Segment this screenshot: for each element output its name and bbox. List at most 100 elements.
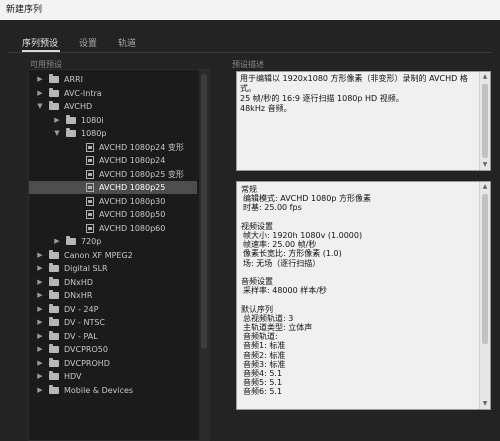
tree-row-label: ARRI bbox=[64, 75, 83, 84]
tab-sequence-presets[interactable]: 序列预设 bbox=[22, 36, 58, 49]
tree-row-label: Canon XF MPEG2 bbox=[64, 250, 133, 260]
tree-folder-row[interactable]: ▶ ARRI bbox=[29, 73, 197, 86]
description-scrollbar[interactable]: ▲ ▼ bbox=[479, 72, 490, 170]
tree-preset-row[interactable]: AVCHD 1080p24 变形 bbox=[29, 141, 197, 154]
detail-line: 总视频轨道: 3 bbox=[243, 313, 294, 323]
detail-line: 视频设置 bbox=[241, 221, 273, 231]
detail-line: 主轨道类型: 立体声 bbox=[243, 323, 313, 332]
tree-folder-row[interactable]: ▶ Mobile & Devices bbox=[29, 384, 197, 397]
chevron-right-icon[interactable]: ▶ bbox=[36, 330, 44, 343]
tree-preset-row[interactable]: AVCHD 1080p60 bbox=[29, 222, 197, 235]
sequence-preset-icon bbox=[86, 142, 94, 152]
chevron-right-icon[interactable]: ▶ bbox=[36, 87, 44, 100]
detail-line: 时基: 25.00 fps bbox=[243, 203, 302, 213]
tree-row-label: AVCHD 1080p25 变形 bbox=[99, 169, 184, 179]
sequence-preset-icon bbox=[86, 210, 94, 219]
tree-folder-row[interactable]: ▶ DNxHR bbox=[29, 289, 197, 302]
tree-folder-row[interactable]: ▶ DV - 24P bbox=[29, 303, 197, 316]
tree-row-label: DV - NTSC bbox=[64, 318, 105, 327]
tree-folder-row[interactable]: ▶ Canon XF MPEG2 bbox=[29, 249, 197, 262]
chevron-right-icon[interactable]: ▶ bbox=[36, 343, 44, 356]
tree-folder-row[interactable]: ▶ DV - NTSC bbox=[29, 316, 197, 329]
folder-icon bbox=[49, 74, 59, 83]
tree-row-label: Mobile & Devices bbox=[64, 385, 134, 395]
sequence-preset-icon bbox=[86, 169, 94, 179]
chevron-right-icon[interactable]: ▶ bbox=[36, 276, 44, 289]
chevron-right-icon[interactable]: ▶ bbox=[36, 303, 44, 316]
tree-folder-row[interactable]: ▶ 1080i bbox=[29, 114, 197, 127]
chevron-down-icon[interactable]: ▼ bbox=[36, 100, 44, 113]
tree-folder-row[interactable]: ▶ AVC-Intra bbox=[29, 87, 197, 100]
preset-description-box: 用于编辑以 1920x1080 方形像素（非变形）录制的 AVCHD 格式。 2… bbox=[236, 71, 491, 171]
preset-details-box: ▲ ▼ 常规 编辑模式: AVCHD 1080p 方形像素 时基: 25.00 fp… bbox=[236, 181, 491, 410]
sequence-preset-icon bbox=[86, 196, 94, 206]
tree-scrollbar-thumb[interactable] bbox=[201, 74, 207, 349]
chevron-right-icon[interactable]: ▶ bbox=[36, 249, 44, 262]
tree-folder-row[interactable]: ▶ Digital SLR bbox=[29, 262, 197, 275]
tree-preset-row[interactable]: AVCHD 1080p25 bbox=[29, 181, 197, 194]
tree-scrollbar[interactable] bbox=[199, 70, 209, 440]
chevron-right-icon[interactable]: ▶ bbox=[36, 289, 44, 302]
tree-preset-row[interactable]: AVCHD 1080p50 bbox=[29, 208, 197, 221]
details-scrollbar-thumb[interactable] bbox=[482, 194, 488, 344]
detail-line: 默认序列 bbox=[241, 304, 273, 314]
tree-row-label: 720p bbox=[81, 237, 102, 246]
tree-folder-row[interactable]: ▶ DVCPRO50 bbox=[29, 343, 197, 356]
chevron-right-icon[interactable]: ▶ bbox=[53, 114, 61, 127]
tree-row-label: AVCHD 1080p24 bbox=[99, 156, 166, 165]
chevron-right-icon[interactable]: ▶ bbox=[36, 316, 44, 329]
detail-line: 帧大小: 1920h 1080v (1.0000) bbox=[243, 231, 363, 240]
detail-line: 音频1: 标准 bbox=[243, 341, 286, 351]
scroll-down-arrow-icon[interactable]: ▼ bbox=[480, 160, 490, 170]
chevron-right-icon[interactable]: ▶ bbox=[36, 370, 44, 383]
tree-row-label: AVCHD 1080p24 变形 bbox=[99, 142, 184, 152]
scroll-up-arrow-icon[interactable]: ▲ bbox=[480, 182, 490, 192]
folder-icon bbox=[49, 384, 59, 394]
tree-row-label: Digital SLR bbox=[64, 264, 108, 273]
folder-icon bbox=[49, 344, 59, 353]
tree-folder-row[interactable]: ▼ 1080p bbox=[29, 127, 197, 140]
details-scrollbar[interactable]: ▲ ▼ bbox=[479, 182, 490, 409]
detail-line: 场: 无场（逐行扫描） bbox=[243, 258, 321, 268]
folder-icon bbox=[49, 101, 59, 110]
detail-line: 音频2: 标准 bbox=[243, 350, 286, 360]
folder-icon bbox=[49, 276, 59, 286]
tree-preset-row[interactable]: AVCHD 1080p30 bbox=[29, 195, 197, 208]
scroll-up-arrow-icon[interactable]: ▲ bbox=[480, 72, 490, 82]
tree-row-label: DVCPROHD bbox=[64, 358, 110, 368]
tree-folder-row[interactable]: ▶ DNxHD bbox=[29, 276, 197, 289]
tree-row-label: 1080i bbox=[81, 115, 104, 125]
tree-folder-row[interactable]: ▶ DV - PAL bbox=[29, 330, 197, 343]
chevron-right-icon[interactable]: ▶ bbox=[36, 73, 44, 86]
tree-row-label: DVCPRO50 bbox=[64, 345, 108, 354]
folder-icon bbox=[49, 290, 59, 299]
sequence-preset-icon bbox=[86, 223, 94, 233]
folder-icon bbox=[49, 303, 59, 313]
presets-tree[interactable]: ▶ ARRI ▶ AVC-Intra ▼ AVCHD ▶ 1080i ▼ 1080p AVCHD 1… bbox=[28, 69, 210, 441]
tree-preset-row[interactable]: AVCHD 1080p25 变形 bbox=[29, 168, 197, 181]
folder-icon bbox=[66, 236, 76, 245]
tree-row-label: AVCHD 1080p60 bbox=[99, 223, 166, 233]
tree-folder-row[interactable]: ▶ HDV bbox=[29, 370, 197, 383]
tree-row-label: AVCHD 1080p50 bbox=[99, 210, 166, 219]
tree-folder-row[interactable]: ▶ 720p bbox=[29, 235, 197, 248]
description-scrollbar-thumb[interactable] bbox=[482, 84, 488, 158]
folder-icon bbox=[49, 263, 59, 272]
detail-line: 帧速率: 25.00 帧/秒 bbox=[243, 240, 317, 250]
scroll-down-arrow-icon[interactable]: ▼ bbox=[480, 399, 490, 409]
tab-tracks[interactable]: 轨道 bbox=[118, 36, 136, 49]
folder-icon bbox=[49, 371, 59, 380]
detail-line: 音频设置 bbox=[241, 277, 273, 286]
detail-line: 音频4: 5.1 bbox=[243, 369, 283, 378]
tab-settings[interactable]: 设置 bbox=[79, 36, 97, 49]
chevron-right-icon[interactable]: ▶ bbox=[36, 357, 44, 370]
chevron-right-icon[interactable]: ▶ bbox=[53, 235, 61, 248]
tree-folder-row[interactable]: ▶ DVCPROHD bbox=[29, 357, 197, 370]
chevron-down-icon[interactable]: ▼ bbox=[53, 127, 61, 140]
tree-folder-row[interactable]: ▼ AVCHD bbox=[29, 100, 197, 113]
folder-icon bbox=[66, 128, 76, 137]
folder-icon bbox=[49, 249, 59, 259]
tree-preset-row[interactable]: AVCHD 1080p24 bbox=[29, 154, 197, 167]
chevron-right-icon[interactable]: ▶ bbox=[36, 384, 44, 397]
chevron-right-icon[interactable]: ▶ bbox=[36, 262, 44, 275]
